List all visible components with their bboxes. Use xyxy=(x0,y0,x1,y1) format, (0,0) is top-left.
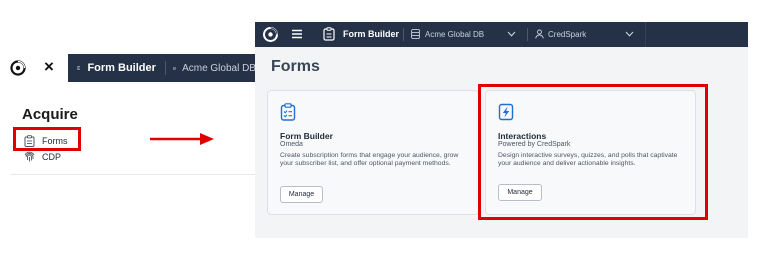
annotated-screenshot: × Form Builder Acme Global DB Acquire Fo… xyxy=(0,0,766,255)
fingerprint-icon xyxy=(24,151,35,162)
divider xyxy=(10,174,256,175)
divider xyxy=(527,28,528,41)
integration-selector[interactable]: CredSpark xyxy=(548,30,586,39)
database-icon xyxy=(173,66,176,70)
app-logo-icon[interactable] xyxy=(10,60,26,76)
app-logo-icon[interactable] xyxy=(262,26,279,43)
page-title: Forms xyxy=(271,58,320,75)
close-menu-icon[interactable]: × xyxy=(44,58,54,76)
hamburger-menu-icon[interactable] xyxy=(291,28,303,40)
left-database-label[interactable]: Acme Global DB xyxy=(182,63,256,74)
clipboard-list-icon xyxy=(280,103,296,121)
card-subtitle: Omeda xyxy=(280,141,303,148)
divider xyxy=(403,28,404,41)
form-builder-card: Form Builder Omeda Create subscription f… xyxy=(267,90,479,215)
chevron-down-icon[interactable] xyxy=(625,31,634,37)
database-icon xyxy=(411,29,420,39)
chevron-down-icon[interactable] xyxy=(507,31,516,37)
clipboard-icon xyxy=(77,66,81,70)
card-title: Form Builder xyxy=(280,131,333,141)
database-selector[interactable]: Acme Global DB xyxy=(425,30,484,39)
highlight-box-forms xyxy=(13,127,81,151)
manage-form-builder-button[interactable]: Manage xyxy=(280,186,323,203)
sidebar-item-cdp[interactable]: CDP xyxy=(24,151,61,163)
user-icon xyxy=(535,29,544,39)
left-app-bar: Form Builder Acme Global DB xyxy=(68,54,256,82)
sidebar-item-label: CDP xyxy=(42,152,62,162)
highlight-box-interactions xyxy=(478,84,708,220)
left-app-label[interactable]: Form Builder xyxy=(87,62,155,74)
section-heading: Acquire xyxy=(22,106,78,123)
app-switcher-label[interactable]: Form Builder xyxy=(343,29,399,39)
clipboard-icon xyxy=(323,27,335,41)
card-description: Create subscription forms that engage yo… xyxy=(280,152,459,168)
top-navbar: Form Builder Acme Global DB CredSpark xyxy=(255,22,748,47)
divider xyxy=(645,22,646,47)
arrow-right-icon xyxy=(150,133,214,145)
